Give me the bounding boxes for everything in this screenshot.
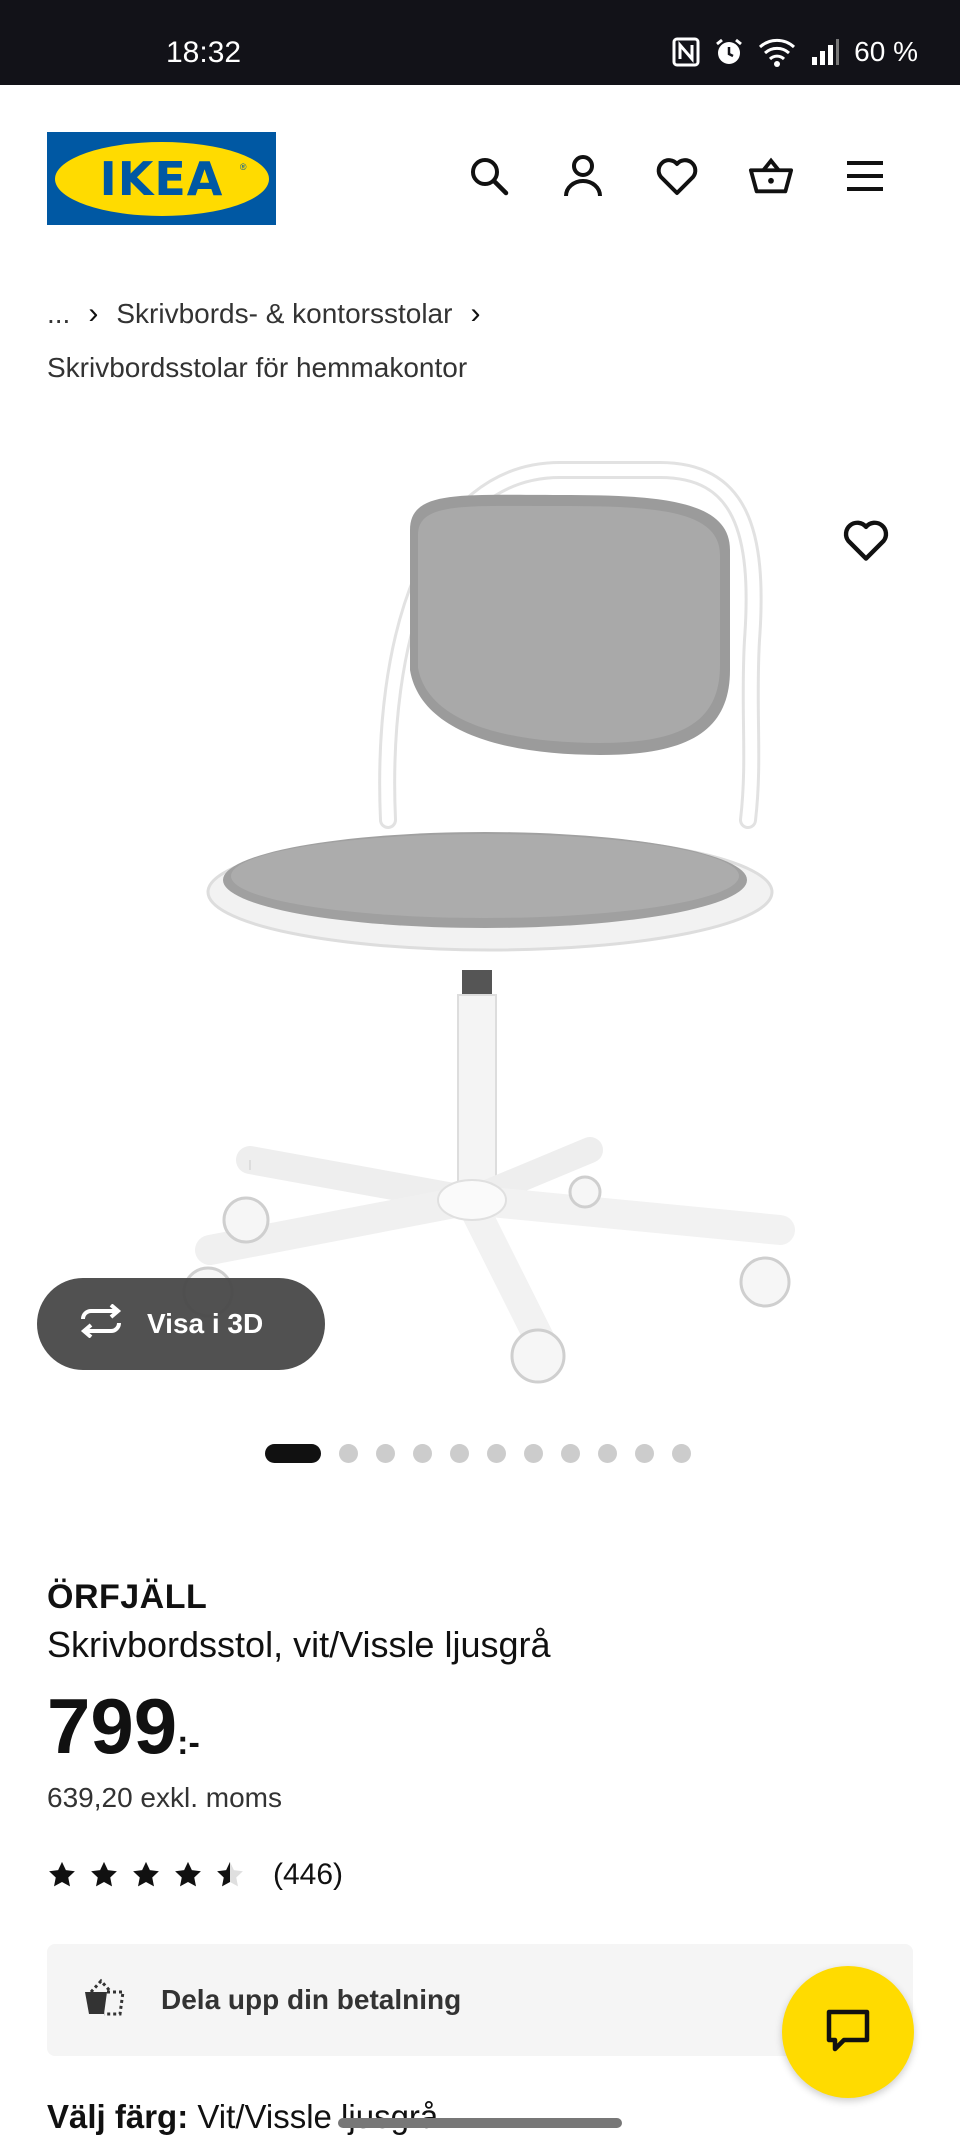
breadcrumb-link-category[interactable]: Skrivbords- & kontorsstolar xyxy=(116,298,452,330)
carousel-dot[interactable] xyxy=(487,1444,506,1463)
battery-level: 60 % xyxy=(854,36,918,67)
menu-icon[interactable] xyxy=(842,153,888,199)
review-count[interactable]: (446) xyxy=(273,1858,343,1892)
color-value: Vit/Vissle ljusgrå xyxy=(197,2098,439,2135)
carousel-dot[interactable] xyxy=(450,1444,469,1463)
rotate-3d-icon xyxy=(77,1302,125,1345)
product-rating[interactable]: (446) xyxy=(47,1858,343,1892)
product-price: 799 :- xyxy=(47,1686,200,1766)
product-image[interactable] xyxy=(0,440,960,1400)
star-icon xyxy=(49,1861,75,1887)
breadcrumb-chevron-icon: › xyxy=(88,297,99,330)
payment-split-icon xyxy=(81,1978,127,2023)
color-selector[interactable]: Välj färg: Vit/Vissle ljusgrå xyxy=(47,2098,438,2136)
search-icon[interactable] xyxy=(466,153,512,199)
split-payment-label: Dela upp din betalning xyxy=(161,1984,462,2015)
carousel-dot[interactable] xyxy=(561,1444,580,1463)
product-name: ÖRFJÄLL xyxy=(47,1578,208,1616)
wishlist-heart-icon[interactable] xyxy=(654,153,700,199)
carousel-dot[interactable] xyxy=(376,1444,395,1463)
price-suffix: :- xyxy=(177,1724,200,1762)
color-label: Välj färg: xyxy=(47,2098,189,2135)
breadcrumb-ellipsis[interactable]: ... xyxy=(47,298,70,330)
chat-button[interactable] xyxy=(782,1966,914,2098)
carousel-dot[interactable] xyxy=(672,1444,691,1463)
header-actions xyxy=(466,153,888,199)
alarm-icon xyxy=(714,37,744,67)
home-indicator[interactable] xyxy=(338,2118,622,2128)
ikea-logo[interactable]: IKEA ® xyxy=(47,132,276,225)
breadcrumb-link-subcategory[interactable]: Skrivbordsstolar för hemmakontor xyxy=(47,352,467,384)
image-carousel-dots xyxy=(265,1444,691,1463)
carousel-dot-active[interactable] xyxy=(265,1444,321,1463)
signal-icon xyxy=(810,37,840,67)
site-header: IKEA ® xyxy=(0,85,960,275)
shopping-basket-icon[interactable] xyxy=(748,153,794,199)
nfc-icon xyxy=(672,37,700,67)
status-bar: 18:32 60 % xyxy=(0,0,960,85)
status-icons: 60 % xyxy=(672,36,918,68)
carousel-dot[interactable] xyxy=(598,1444,617,1463)
view-in-3d-label: Visa i 3D xyxy=(147,1308,264,1339)
chat-bubble-icon xyxy=(824,2007,872,2058)
carousel-dot[interactable] xyxy=(524,1444,543,1463)
star-icon xyxy=(133,1861,159,1887)
carousel-dot[interactable] xyxy=(635,1444,654,1463)
profile-icon[interactable] xyxy=(560,153,606,199)
logo-registered-mark: ® xyxy=(239,161,247,172)
status-time: 18:32 xyxy=(166,36,242,69)
favorite-heart-icon[interactable] xyxy=(842,518,890,566)
view-in-3d-button[interactable]: Visa i 3D xyxy=(37,1278,325,1370)
carousel-dot[interactable] xyxy=(413,1444,432,1463)
half-star-icon xyxy=(217,1861,243,1887)
breadcrumb: ... › Skrivbords- & kontorsstolar › Skri… xyxy=(47,292,927,388)
rating-stars xyxy=(47,1860,245,1890)
logo-oval: IKEA ® xyxy=(54,141,269,216)
logo-text: IKEA xyxy=(99,151,224,206)
price-amount: 799 xyxy=(47,1682,178,1770)
star-icon xyxy=(175,1861,201,1887)
product-description: Skrivbordsstol, vit/Vissle ljusgrå xyxy=(47,1624,551,1665)
carousel-dot[interactable] xyxy=(339,1444,358,1463)
star-icon xyxy=(91,1861,117,1887)
wifi-icon xyxy=(758,37,796,67)
breadcrumb-chevron-icon: › xyxy=(470,297,481,330)
price-excluding-vat: 639,20 exkl. moms xyxy=(47,1782,282,1813)
